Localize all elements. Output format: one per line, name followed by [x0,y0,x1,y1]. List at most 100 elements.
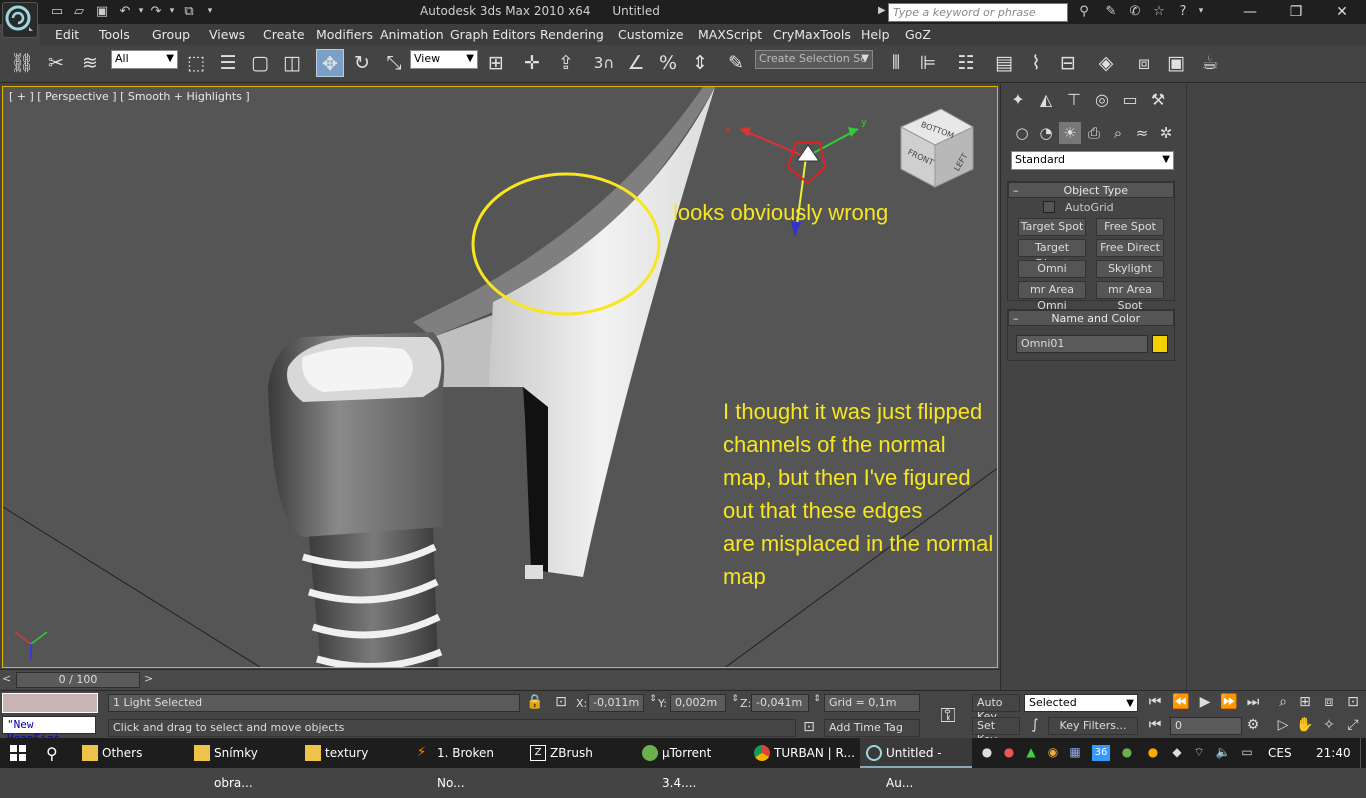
key-mode-dropdown[interactable]: Selected ▼ [1024,694,1138,712]
select-and-scale-icon[interactable]: ⤡ [380,49,408,77]
menu-goz[interactable]: GoZ [905,27,931,42]
align-icon[interactable]: ⊫ [914,49,942,77]
favorites-icon[interactable]: ☆ [1150,3,1168,20]
zoom-extents-all-icon[interactable]: ⊡ [1344,694,1362,710]
application-menu-button[interactable] [2,2,38,38]
tray-media-icon[interactable]: ● [1000,745,1018,761]
schematic-view-icon[interactable]: ⊟ [1054,49,1082,77]
play-icon[interactable]: ▶ [1196,694,1214,710]
next-frame-icon[interactable]: > [144,672,153,685]
skylight-button[interactable]: Skylight [1096,260,1164,278]
free-spot-button[interactable]: Free Spot [1096,218,1164,236]
search-icon[interactable]: ⚲ [46,744,58,763]
z-coordinate-input[interactable]: -0,041m [751,694,809,712]
select-and-link-icon[interactable]: ⛓ [8,49,36,77]
utilities-tab-icon[interactable]: ⚒ [1145,88,1171,112]
lock-selection-icon[interactable]: 🔒 [526,694,544,710]
menu-animation[interactable]: Animation [380,27,444,42]
menu-rendering[interactable]: Rendering [540,27,604,42]
current-frame-input[interactable]: 0 [1170,717,1242,735]
tools-icon[interactable]: ✎ [1102,3,1120,20]
modify-tab-icon[interactable]: ◭ [1033,88,1059,112]
set-key-icon[interactable]: ⚿ [926,697,970,733]
tray-badge[interactable]: 36 [1092,745,1110,761]
menu-create[interactable]: Create [263,27,305,42]
action-center-icon[interactable]: ▭ [1238,745,1256,761]
edit-named-selection-icon[interactable]: ✎ [722,49,750,77]
wifi-icon[interactable]: ⌔ [1190,745,1208,761]
hierarchy-tab-icon[interactable]: ⊤ [1061,88,1087,112]
save-icon[interactable]: ▣ [93,3,111,20]
zoom-extents-icon[interactable]: ⧈ [1320,694,1338,710]
lights-icon[interactable]: ☀ [1059,122,1081,144]
maximize-viewport-icon[interactable]: ⤢ [1344,717,1362,733]
timeline[interactable]: < 0 / 100 > [0,669,1000,689]
pan-view-icon[interactable]: ✋ [1296,717,1314,733]
default-in-out-tangent-icon[interactable]: ∫ [1026,717,1044,733]
create-tab-icon[interactable]: ✦ [1005,88,1031,112]
rendered-frame-window-icon[interactable]: ▣ [1162,49,1190,77]
tray-app2-icon[interactable]: ● [1144,745,1162,761]
omni-button[interactable]: Omni [1018,260,1086,278]
quick-access-dropdown-icon[interactable]: ▾ [201,3,219,20]
tray-utorrent-icon[interactable]: ● [1118,745,1136,761]
motion-tab-icon[interactable]: ◎ [1089,88,1115,112]
menu-crymaxtools[interactable]: CryMaxTools [773,27,851,42]
select-object-icon[interactable]: ⬚ [182,49,210,77]
autogrid-checkbox[interactable] [1043,201,1055,213]
menu-modifiers[interactable]: Modifiers [316,27,373,42]
language-indicator[interactable]: CES [1268,746,1292,760]
select-by-name-icon[interactable]: ☰ [214,49,242,77]
open-file-icon[interactable]: ▱ [70,3,88,20]
volume-icon[interactable]: 🔈 [1214,745,1232,761]
free-direct-button[interactable]: Free Direct [1096,239,1164,257]
tray-drive-icon[interactable]: ▲ [1022,745,1040,761]
tray-app-icon[interactable]: ● [978,745,996,761]
go-to-start-icon[interactable]: ⏮ [1146,694,1164,710]
menu-maxscript[interactable]: MAXScript [698,27,762,42]
zoom-all-icon[interactable]: ⊞ [1296,694,1314,710]
curve-editor-icon[interactable]: ⌇ [1022,49,1050,77]
task-chrome[interactable]: TURBAN | R... [748,738,856,768]
y-coordinate-input[interactable]: 0,002m [670,694,726,712]
show-desktop-button[interactable] [1360,738,1366,768]
layer-manager-icon[interactable]: ☷ [952,49,980,77]
menu-customize[interactable]: Customize [618,27,684,42]
selection-filter-dropdown[interactable]: All ▼ [111,50,178,69]
target-spot-button[interactable]: Target Spot [1018,218,1086,236]
manipulate-icon[interactable]: ✛ [518,49,546,77]
task-3ds-max[interactable]: Untitled - Au... [860,738,972,790]
object-name-input[interactable]: Omni01 [1016,335,1148,353]
helpers-icon[interactable]: ⌕ [1107,122,1129,144]
render-production-icon[interactable]: ☕ [1196,49,1224,77]
percent-snap-icon[interactable]: % [654,49,682,77]
pivot-center-icon[interactable]: ⊞ [482,49,510,77]
time-configuration-icon[interactable]: ⚙ [1244,717,1262,733]
time-slider[interactable]: 0 / 100 [16,672,140,688]
bind-space-warp-icon[interactable]: ≋ [76,49,104,77]
menu-tools[interactable]: Tools [99,27,130,42]
task-zbrush[interactable]: Z ZBrush [524,738,632,768]
graphite-ribbon-icon[interactable]: ▤ [990,49,1018,77]
space-warps-icon[interactable]: ≈ [1131,122,1153,144]
help-dropdown-icon[interactable]: ▾ [1192,3,1210,20]
select-and-rotate-icon[interactable]: ↻ [348,49,376,77]
perspective-viewport[interactable]: x y BOTTOM FRONT LEFT [ + ] [ Perspectiv… [2,86,998,668]
menu-help[interactable]: Help [861,27,890,42]
x-coordinate-input[interactable]: -0,011m [588,694,644,712]
search-input[interactable]: Type a keyword or phrase [888,3,1068,22]
name-and-color-header[interactable]: – Name and Color [1008,310,1174,326]
maximize-button[interactable]: ❐ [1276,2,1316,22]
autogrid-row[interactable]: AutoGrid [1008,198,1174,218]
zoom-icon[interactable]: ⌕ [1274,694,1292,710]
display-tab-icon[interactable]: ▭ [1117,88,1143,112]
maxscript-listener-output[interactable]: "New HeapSizè [2,716,96,745]
set-key-button[interactable]: Set Key [972,717,1020,746]
material-editor-icon[interactable]: ◈ [1092,49,1120,77]
absolute-mode-icon[interactable]: ⊡ [552,694,570,710]
new-file-icon[interactable]: ▭ [48,3,66,20]
task-utorrent[interactable]: µTorrent 3.4.... [636,738,744,790]
tray-nvidia-icon[interactable]: ◆ [1168,745,1186,761]
binoculars-icon[interactable]: ⚲ [1072,3,1096,20]
keyboard-shortcut-override-icon[interactable]: ⇪ [552,49,580,77]
